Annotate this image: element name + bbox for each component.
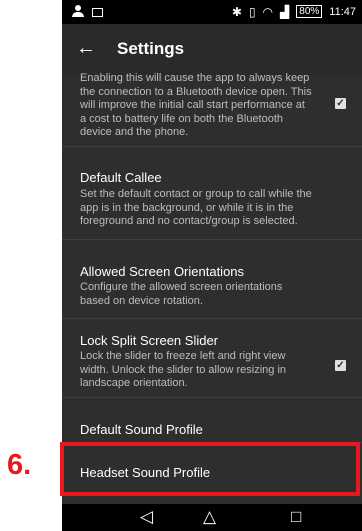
- pref-summary: Set the default contact or group to call…: [80, 188, 312, 227]
- status-bar: ✱ ▯ ◠ ▟ 80% 11:47: [62, 0, 362, 24]
- pref-default-sound-profile[interactable]: Default Sound Profile: [62, 398, 362, 443]
- nav-recents-icon[interactable]: □: [291, 508, 301, 525]
- step-number-label: 6.: [7, 449, 32, 481]
- nav-home-icon[interactable]: △: [203, 508, 216, 525]
- pref-summary: Enabling this will cause the app to alwa…: [80, 72, 312, 138]
- status-time: 11:47: [329, 5, 356, 18]
- pref-default-callee[interactable]: Default Callee Set the default contact o…: [62, 147, 362, 240]
- pref-title: Default Callee: [80, 170, 162, 185]
- person-icon: [72, 5, 84, 17]
- page-title: Settings: [117, 39, 185, 58]
- pref-title: Default Sound Profile: [80, 422, 203, 437]
- bluetooth-icon: ✱: [231, 4, 242, 19]
- pref-title: Lock Split Screen Slider: [80, 333, 219, 348]
- pref-keep-bluetooth-connection[interactable]: Enabling this will cause the app to alwa…: [62, 72, 362, 147]
- lock-slider-checkbox[interactable]: ✓: [335, 360, 346, 371]
- pref-title: Headset Sound Profile: [80, 465, 211, 480]
- keep-bluetooth-checkbox[interactable]: ✓: [335, 98, 346, 109]
- app-bar: ← Settings: [62, 24, 362, 76]
- phone-screen: ✱ ▯ ◠ ▟ 80% 11:47 ← Settings Enabling th…: [62, 0, 362, 531]
- image-icon: [92, 7, 103, 17]
- navigation-bar: ◁ △ □: [62, 504, 362, 531]
- pref-summary: Lock the slider to freeze left and right…: [80, 350, 287, 389]
- back-arrow-icon[interactable]: ←: [76, 38, 96, 58]
- signal-icon: ▟: [280, 4, 290, 19]
- pref-headset-sound-profile[interactable]: Headset Sound Profile: [62, 443, 362, 503]
- pref-summary: Configure the allowed screen orientation…: [80, 281, 283, 307]
- nav-back-icon[interactable]: ◁: [140, 508, 153, 525]
- pref-lock-split-screen-slider[interactable]: Lock Split Screen Slider Lock the slider…: [62, 319, 362, 398]
- pref-title: Allowed Screen Orientations: [80, 264, 245, 279]
- battery-indicator: 80%: [296, 5, 323, 18]
- wifi-icon: ◠: [262, 4, 274, 19]
- pref-allowed-screen-orientations[interactable]: Allowed Screen Orientations Configure th…: [62, 240, 362, 319]
- vibrate-icon: ▯: [248, 4, 256, 19]
